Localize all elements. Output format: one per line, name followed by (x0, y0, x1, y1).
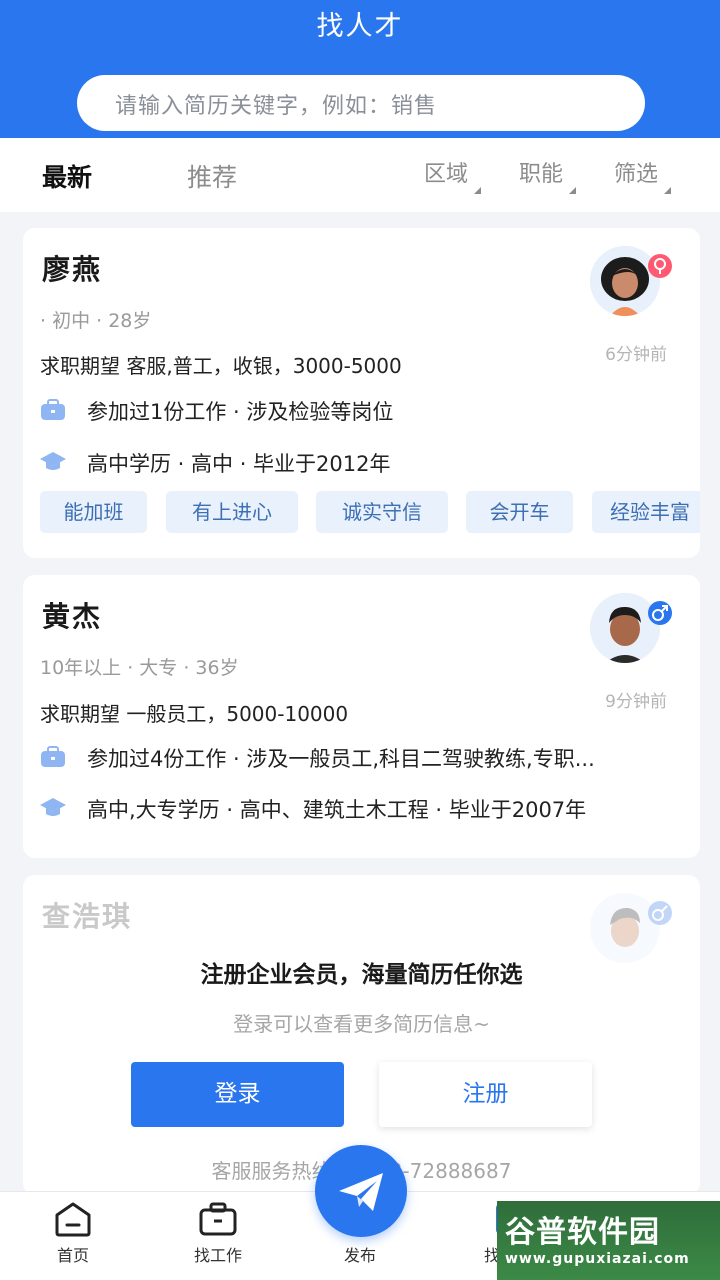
post-time: 9分钟前 (605, 692, 667, 712)
watermark: 谷普软件园 www.gupuxiazai.com (497, 1201, 720, 1280)
male-icon (648, 601, 672, 625)
watermark-title: 谷普软件园 (505, 1215, 660, 1250)
briefcase-icon (41, 399, 65, 420)
search-placeholder: 请输入简历关键字，例如：销售 (115, 94, 438, 119)
candidate-meta: · 初中 · 28岁 (40, 310, 152, 332)
work-text: 参加过4份工作 · 涉及一般员工,科目二驾驶教练,专职... (87, 747, 595, 771)
candidate-meta: 10年以上 · 大专 · 36岁 (40, 657, 239, 679)
filter-screen[interactable]: 筛选 (614, 156, 672, 194)
filter-region-label: 区域 (424, 162, 469, 187)
tab-filter-bar: 最新 推荐 区域 职能 筛选 (0, 138, 720, 212)
tag-chip: 有上进心 (166, 491, 298, 533)
nav-find-job-label: 找工作 (193, 1246, 242, 1265)
post-time: 6分钟前 (605, 345, 667, 365)
female-icon (648, 254, 672, 278)
graduation-cap-icon (40, 798, 66, 816)
prompt-subtitle: 登录可以查看更多简历信息~ (233, 1012, 490, 1036)
nav-home-label: 首页 (56, 1246, 89, 1265)
tag-chip: 诚实守信 (316, 491, 448, 533)
job-expectation: 求职期望 客服,普工，收银，3000-5000 (40, 354, 402, 378)
nav-publish-label: 发布 (343, 1246, 376, 1265)
resume-card[interactable]: 廖燕 · 初中 · 28岁 求职期望 客服,普工，收银，3000-5000 参加… (23, 228, 700, 558)
candidate-name: 廖燕 (42, 253, 103, 286)
resume-card[interactable]: 黄杰 10年以上 · 大专 · 36岁 求职期望 一般员工，5000-10000… (23, 575, 700, 858)
home-icon (55, 1202, 91, 1237)
briefcase-icon (41, 746, 65, 767)
nav-home[interactable]: 首页 (18, 1192, 128, 1280)
prompt-title: 注册企业会员，海量简历任你选 (200, 962, 523, 988)
page-title: 找人才 (316, 11, 404, 42)
login-button[interactable]: 登录 (131, 1062, 344, 1127)
register-button[interactable]: 注册 (379, 1062, 592, 1127)
filter-function-label: 职能 (519, 162, 564, 187)
filter-function[interactable]: 职能 (519, 156, 577, 194)
male-icon (648, 901, 672, 925)
nav-find-job[interactable]: 找工作 (163, 1192, 273, 1280)
search-input[interactable]: 请输入简历关键字，例如：销售 (77, 75, 645, 131)
caret-icon (664, 187, 672, 194)
tag-chip: 经验丰富 (592, 491, 700, 533)
top-header: 找人才 请输入简历关键字，例如：销售 (0, 0, 720, 138)
tag-chip: 会开车 (466, 491, 573, 533)
tag-chip: 能加班 (40, 491, 147, 533)
caret-icon (474, 187, 482, 194)
education-text: 高中学历 · 高中 · 毕业于2012年 (87, 452, 391, 476)
tab-recommended[interactable]: 推荐 (187, 158, 237, 194)
graduation-cap-icon (40, 452, 66, 470)
tab-latest[interactable]: 最新 (42, 158, 92, 194)
filter-screen-label: 筛选 (614, 162, 659, 187)
briefcase-icon (199, 1202, 237, 1236)
candidate-name: 查浩琪 (42, 900, 133, 933)
publish-button[interactable] (315, 1145, 407, 1237)
caret-icon (569, 187, 577, 194)
work-text: 参加过1份工作 · 涉及检验等岗位 (87, 400, 394, 424)
job-expectation: 求职期望 一般员工，5000-10000 (40, 702, 349, 726)
watermark-url: www.gupuxiazai.com (505, 1251, 690, 1267)
candidate-name: 黄杰 (42, 600, 103, 633)
paper-plane-icon (339, 1173, 383, 1211)
education-text: 高中,大专学历 · 高中、建筑土木工程 · 毕业于2007年 (87, 798, 587, 822)
filter-region[interactable]: 区域 (424, 156, 482, 194)
